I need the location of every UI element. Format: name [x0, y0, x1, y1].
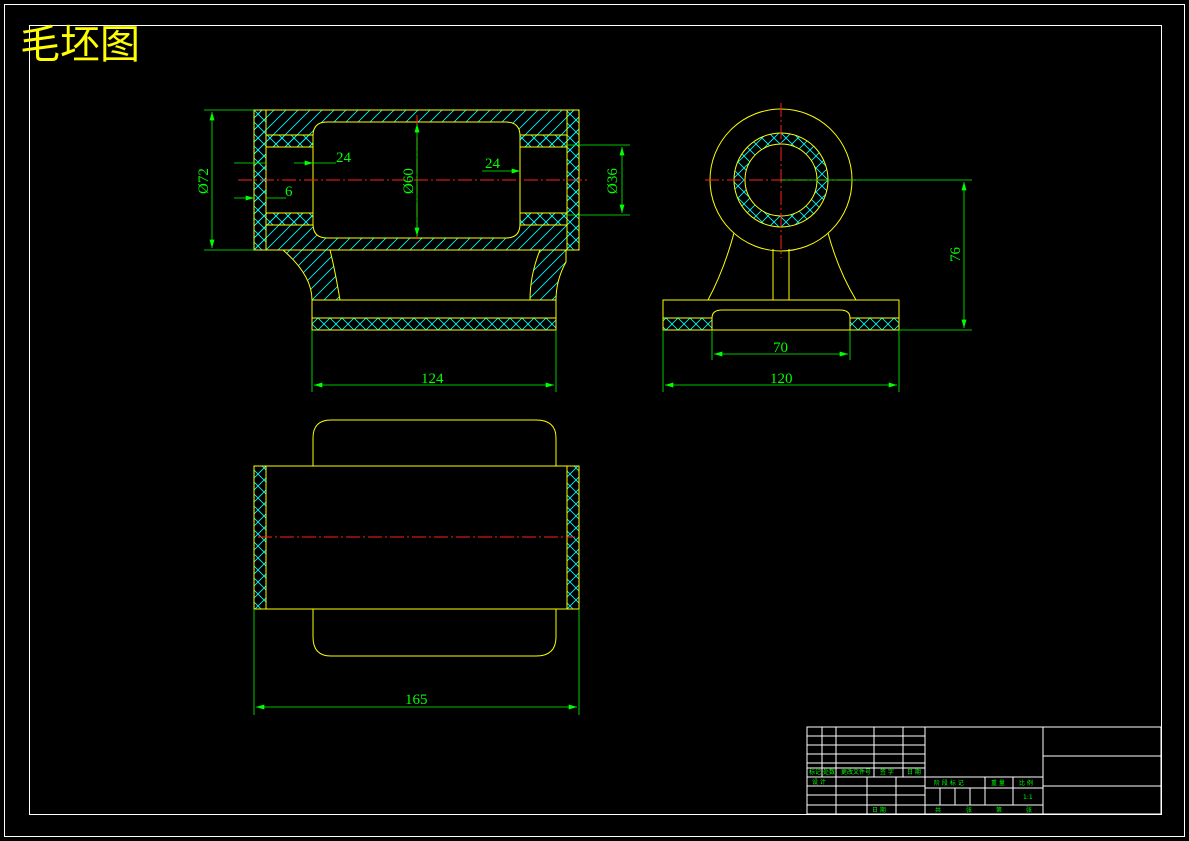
- side-base-right-hatch: [849, 317, 900, 331]
- dim-24-right: 24: [482, 156, 520, 174]
- outer-frame: [4, 4, 1185, 837]
- side-base-pocket: [711, 309, 851, 330]
- dim-124: 124: [311, 330, 557, 392]
- dim-36-text: Ø36: [605, 168, 621, 194]
- side-support: [707, 232, 857, 301]
- inner-frame: [29, 25, 1162, 815]
- dim-24-left: 24: [234, 150, 352, 166]
- dim-24-right-text: 24: [485, 156, 501, 172]
- tb-label-2: 处数: [823, 768, 835, 776]
- tb-label-9: 比 例: [1019, 779, 1033, 787]
- dim-120-text: 120: [770, 371, 793, 387]
- tb-label-8: 重 量: [991, 779, 1005, 787]
- tb-label-4: 签 字: [880, 768, 894, 776]
- dim-76-text: 76: [948, 247, 964, 263]
- dim-24-left-text: 24: [336, 150, 352, 166]
- tb-label-7: 阶 段 标 记: [934, 779, 964, 787]
- tb-label-14: 第: [996, 806, 1002, 814]
- cad-drawing: 毛坯图 Ø72 24 6 Ø60 24 Ø36 124 76 70 120 16…: [4, 4, 1185, 837]
- side-base-left-hatch: [662, 317, 713, 331]
- front-left-bore-strip-top: [265, 134, 314, 148]
- front-left-bore-strip-bot: [265, 212, 314, 226]
- title-block: 标记 处数 更改文件号 签 字 日 期 设 计 阶 段 标 记 重 量 比 例 …: [806, 726, 1162, 815]
- dim-70-text: 70: [773, 340, 788, 356]
- tb-label-10: 1:1: [1023, 794, 1033, 801]
- tb-label-3: 更改文件号: [841, 768, 871, 776]
- tb-label-12: 共: [935, 806, 941, 814]
- front-view: Ø72 24 6 Ø60 24 Ø36 124: [196, 109, 630, 392]
- tb-label-5: 日 期: [907, 768, 921, 776]
- tb-label-13: 张: [966, 806, 972, 814]
- dim-6-text: 6: [285, 184, 293, 200]
- dim-70: 70: [711, 330, 851, 360]
- front-right-bore-strip-top: [519, 134, 568, 148]
- drawing-title: 毛坯图: [20, 22, 140, 68]
- front-support-web: [281, 249, 567, 301]
- dim-60-text: Ø60: [401, 168, 417, 194]
- top-base-outline: [312, 419, 557, 657]
- dim-165: 165: [253, 609, 580, 715]
- dim-72-text: Ø72: [196, 168, 212, 194]
- top-view: 165: [253, 419, 580, 715]
- tb-label-11: 日 期: [872, 806, 886, 814]
- tb-label-15: 张: [1026, 806, 1032, 814]
- tb-label-1: 标记: [809, 768, 821, 776]
- tb-label-6: 设 计: [812, 778, 826, 786]
- front-right-bore-strip-bot: [519, 212, 568, 226]
- dim-165-text: 165: [405, 692, 428, 708]
- dim-60: Ø60: [401, 123, 420, 237]
- dim-124-text: 124: [421, 371, 444, 387]
- front-base-hatch: [311, 317, 557, 331]
- side-view: 76 70 120: [662, 103, 972, 392]
